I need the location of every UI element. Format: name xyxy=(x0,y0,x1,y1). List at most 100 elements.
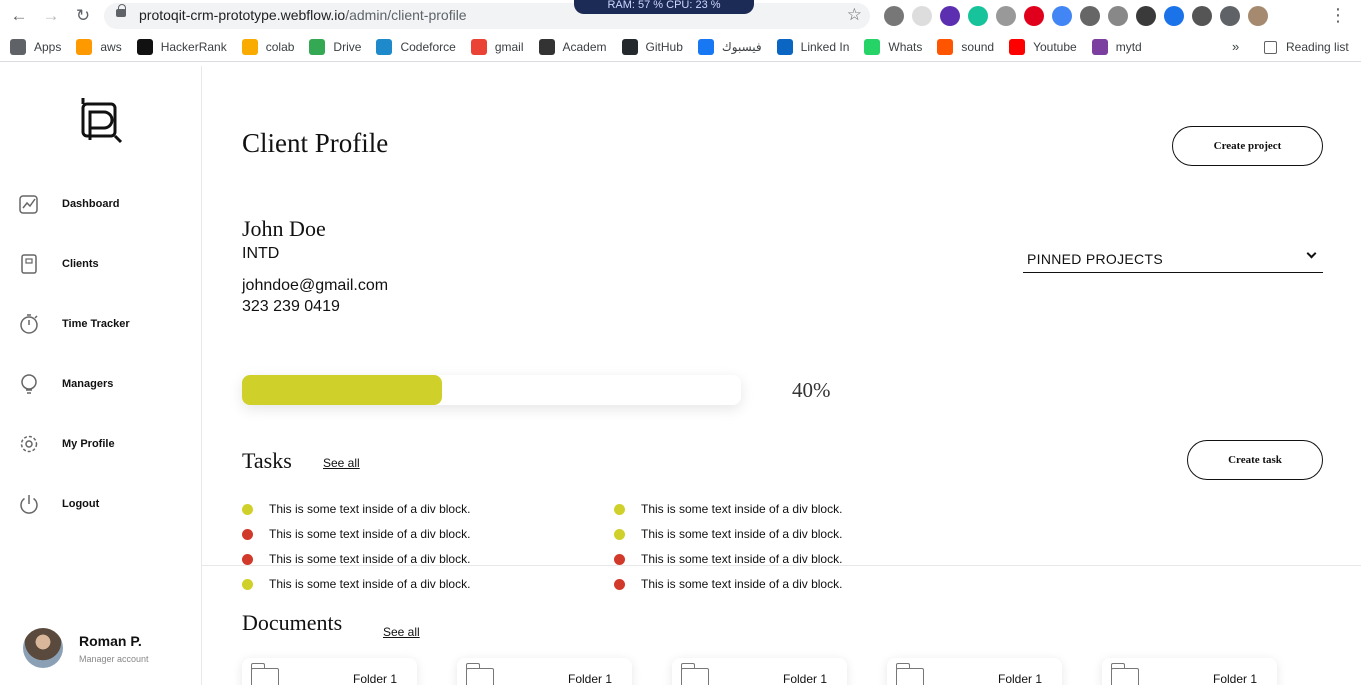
bookmark-item[interactable]: Codeforce xyxy=(376,39,456,55)
bookmark-star-icon[interactable]: ☆ xyxy=(847,5,862,25)
folder-card[interactable]: Folder 1 xyxy=(672,658,847,685)
browser-menu-icon[interactable]: ⋮ xyxy=(1329,6,1347,24)
bookmark-item[interactable]: فيسبوك xyxy=(697,39,762,55)
bookmark-label: HackerRank xyxy=(160,40,227,54)
extension-user-icon[interactable] xyxy=(1164,6,1184,26)
bookmark-label: Linked In xyxy=(800,40,850,54)
sidebar-item-label: Clients xyxy=(62,258,99,270)
task-item[interactable]: This is some text inside of a div block. xyxy=(614,502,842,516)
extension-text-icon[interactable] xyxy=(1108,6,1128,26)
bookmark-label: sound xyxy=(961,40,995,54)
bookmark-item[interactable]: gmail xyxy=(470,39,524,55)
task-item[interactable]: This is some text inside of a div block. xyxy=(242,502,470,516)
task-item[interactable]: This is some text inside of a div block. xyxy=(242,552,470,566)
folder-label: Folder 1 xyxy=(998,672,1043,685)
bookmark-item[interactable]: colab xyxy=(241,39,294,55)
back-icon[interactable]: ← xyxy=(8,5,30,27)
folder-icon xyxy=(250,663,279,685)
tasks-see-all-link[interactable]: See all xyxy=(323,456,360,470)
bookmark-label: Academ xyxy=(562,40,607,54)
sidebar-item-logout[interactable]: Logout xyxy=(18,493,99,515)
forward-icon[interactable]: → xyxy=(40,5,62,27)
url-path: /admin/client-profile xyxy=(345,7,467,23)
bookmark-item[interactable]: HackerRank xyxy=(136,39,227,55)
user-account[interactable]: Roman P. Manager account xyxy=(23,628,149,668)
task-item[interactable]: This is some text inside of a div block. xyxy=(242,527,470,541)
extension-badge-icon[interactable] xyxy=(940,6,960,26)
bookmark-label: mytd xyxy=(1115,40,1142,54)
task-status-dot xyxy=(614,553,625,565)
pinned-projects-label: PINNED PROJECTS xyxy=(1027,251,1163,267)
bookmark-item[interactable]: Academ xyxy=(538,39,607,55)
bookmark-item[interactable]: GitHub xyxy=(621,39,683,55)
sidebar-item-dashboard[interactable]: Dashboard xyxy=(18,193,119,215)
reading-list-button[interactable]: Reading list xyxy=(1264,40,1349,54)
sidebar: Dashboard Clients Time Tracker Managers … xyxy=(0,66,202,685)
task-text: This is some text inside of a div block. xyxy=(269,552,471,566)
extension-adblock-icon[interactable] xyxy=(1024,6,1044,26)
extension-speed-icon[interactable] xyxy=(1192,6,1212,26)
bookmark-favicon-icon xyxy=(241,39,258,55)
bookmark-label: gmail xyxy=(494,40,524,54)
folder-icon xyxy=(895,663,924,685)
pinned-projects-dropdown[interactable]: PINNED PROJECTS xyxy=(1023,246,1323,273)
client-phone: 323 239 0419 xyxy=(242,298,340,315)
bookmark-item[interactable]: Drive xyxy=(309,39,361,55)
extension-eyedropper-icon[interactable] xyxy=(1080,6,1100,26)
task-item[interactable]: This is some text inside of a div block. xyxy=(614,577,842,591)
folder-card[interactable]: Folder 1 xyxy=(1102,658,1277,685)
extension-camera-icon[interactable] xyxy=(996,6,1016,26)
bookmark-item[interactable]: sound xyxy=(937,39,994,55)
bookmark-favicon-icon xyxy=(864,39,881,55)
reload-icon[interactable]: ↻ xyxy=(72,5,94,27)
avatar[interactable] xyxy=(23,628,63,668)
task-text: This is some text inside of a div block. xyxy=(641,577,843,591)
folder-card[interactable]: Folder 1 xyxy=(457,658,632,685)
create-project-button[interactable]: Create project xyxy=(1172,126,1323,166)
folder-label: Folder 1 xyxy=(353,672,398,685)
address-bar[interactable]: protoqit-crm-prototype.webflow.io/admin/… xyxy=(104,3,870,29)
bookmark-item[interactable]: Whats xyxy=(864,39,922,55)
bookmark-label: aws xyxy=(100,40,122,54)
sidebar-item-label: Managers xyxy=(62,378,114,390)
bookmark-item[interactable]: mytd xyxy=(1091,39,1142,55)
bookmark-favicon-icon xyxy=(776,39,793,55)
folder-card[interactable]: Folder 1 xyxy=(242,658,417,685)
power-icon xyxy=(20,495,38,514)
browser-toolbar: ← → ↻ protoqit-crm-prototype.webflow.io/… xyxy=(0,0,1361,32)
extension-grammarly-icon[interactable] xyxy=(968,6,988,26)
bookmark-favicon-icon xyxy=(309,39,326,55)
extension-circle-icon[interactable] xyxy=(884,6,904,26)
task-item[interactable]: This is some text inside of a div block. xyxy=(614,527,842,541)
bookmark-favicon-icon xyxy=(538,39,555,55)
progress-percent: 40% xyxy=(792,378,831,402)
folder-label: Folder 1 xyxy=(568,672,613,685)
task-text: This is some text inside of a div block. xyxy=(641,527,843,541)
profile-avatar-icon[interactable] xyxy=(1248,6,1268,26)
extension-json-icon[interactable] xyxy=(1136,6,1156,26)
bookmarks-more-icon[interactable]: » xyxy=(1232,39,1239,54)
sidebar-item-clients[interactable]: Clients xyxy=(18,253,99,275)
lightbulb-icon xyxy=(21,374,37,394)
extension-grid-icon[interactable] xyxy=(912,6,932,26)
bookmark-label: GitHub xyxy=(645,40,683,54)
bookmark-favicon-icon xyxy=(621,39,638,55)
chart-icon xyxy=(19,195,38,214)
sidebar-item-managers[interactable]: Managers xyxy=(18,373,113,395)
ram-cpu-monitor: RAM: 57 % CPU: 23 % xyxy=(574,0,754,14)
extension-translate-icon[interactable] xyxy=(1052,6,1072,26)
sidebar-item-time-tracker[interactable]: Time Tracker xyxy=(18,313,130,335)
bookmark-item[interactable]: Linked In xyxy=(776,39,850,55)
gear-icon xyxy=(20,435,38,453)
bookmark-item[interactable]: Apps xyxy=(10,39,61,55)
folder-card[interactable]: Folder 1 xyxy=(887,658,1062,685)
bookmark-item[interactable]: Youtube xyxy=(1009,39,1077,55)
task-item[interactable]: This is some text inside of a div block. xyxy=(242,577,470,591)
documents-see-all-link[interactable]: See all xyxy=(383,625,420,639)
task-item[interactable]: This is some text inside of a div block. xyxy=(614,552,842,566)
stopwatch-icon xyxy=(20,314,38,334)
sidebar-item-my-profile[interactable]: My Profile xyxy=(18,433,115,455)
bookmark-item[interactable]: aws xyxy=(76,39,122,55)
create-task-button[interactable]: Create task xyxy=(1187,440,1323,480)
extensions-puzzle-icon[interactable] xyxy=(1220,6,1240,26)
